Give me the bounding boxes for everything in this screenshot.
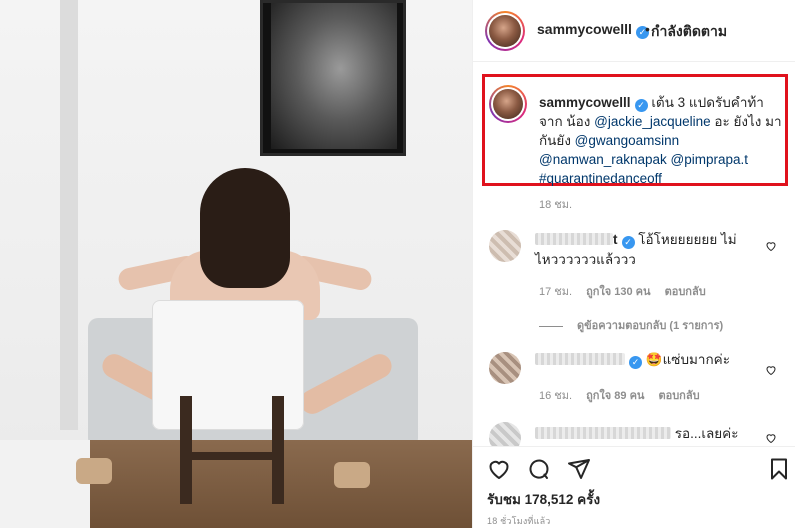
comment-reply-button[interactable]: ตอบกลับ [658,390,699,402]
comment-body: ✓ 🤩แซ่บมากค่ะ [535,350,757,370]
comment-item: รอ...เลยค่ะ [473,420,795,446]
video-wall-portrait [260,0,406,156]
comment-icon[interactable] [527,457,551,481]
post-action-bar [473,446,795,490]
comment-like-heart-icon[interactable] [765,364,777,376]
comment-reply-button[interactable]: ตอบกลับ [665,286,706,298]
dancer-hair [200,168,290,288]
comment-time[interactable]: 16 ชม. [539,390,572,402]
video-door-edge [60,0,78,430]
view-count[interactable]: รับชม 178,512 ครั้ง [487,488,600,510]
comment-likes[interactable]: ถูกใจ 89 คน [586,390,644,402]
post-timestamp[interactable]: 18 ชั่วโมงที่แล้ว [487,514,551,528]
post-video[interactable] [0,0,472,528]
author-username[interactable]: sammycowelll ✓ [537,21,649,39]
dancer-right-shoe [334,462,370,488]
post-caption: sammycowelll ✓ เต้น 3 แปดรับคำท้า จาก น้อ… [539,93,783,188]
commenter-name-suffix[interactable]: t [613,232,618,247]
following-button[interactable]: กำลังติดตาม [651,21,727,43]
commenter-avatar[interactable] [489,230,521,262]
view-replies-label[interactable]: ดูข้อความตอบกลับ (1 รายการ) [577,320,723,332]
caption-username[interactable]: sammycowelll [539,95,631,110]
author-avatar[interactable] [485,11,525,51]
verified-badge-icon: ✓ [629,356,642,369]
portrait-photo [271,3,397,149]
header-separator: • [645,21,650,37]
chair-leg [180,396,192,504]
commenter-name-pixelated[interactable] [535,427,671,439]
verified-badge-icon: ✓ [621,236,635,249]
bookmark-icon[interactable] [767,457,791,481]
comment-time[interactable]: 17 ชม. [539,286,572,298]
view-replies-button[interactable]: ดูข้อความตอบกลับ (1 รายการ) [539,316,723,334]
share-icon[interactable] [567,457,591,481]
heart-icon[interactable] [487,457,511,481]
verified-badge-icon: ✓ [634,99,648,112]
dancer-left-shoe [76,458,112,484]
caption-mention-jackie[interactable]: @jackie_jacqueline [594,114,711,129]
video-rug [0,440,90,528]
comment-like-heart-icon[interactable] [765,240,777,252]
comment-like-heart-icon[interactable] [765,432,777,444]
chair-leg [272,396,284,504]
comment-emoji: 🤩 [645,352,663,367]
commenter-name-pixelated[interactable] [535,353,625,365]
post-header: sammycowelll ✓ • กำลังติดตาม [473,0,795,62]
caption-author-avatar[interactable] [489,85,527,123]
caption-mention-namwan[interactable]: @namwan_raknapak [539,152,667,167]
caption-hashtag[interactable]: #quarantinedanceoff [539,171,662,186]
chair-crossbar [180,452,284,460]
caption-timestamp: 18 ชม. [539,199,573,211]
caption-mention-gwangoamsinn[interactable]: @gwangoamsinn [575,133,680,148]
caption-mention-pimprapa[interactable]: @pimprapa.t [671,152,749,167]
commenter-avatar[interactable] [489,352,521,384]
comment-meta: 16 ชม. ถูกใจ 89 คน ตอบกลับ [539,386,714,404]
author-username-text[interactable]: sammycowelll [537,21,632,37]
comment-text: รอ...เลยค่ะ [674,426,739,441]
replies-line [539,325,563,327]
post-details-panel: sammycowelll ✓ • กำลังติดตาม sammycowelll… [472,0,795,528]
commenter-avatar[interactable] [489,422,521,446]
author-avatar-image [489,15,521,47]
commenter-name-pixelated[interactable] [535,233,613,245]
comment-body: รอ...เลยค่ะ [535,424,757,444]
comment-likes[interactable]: ถูกใจ 130 คน [586,286,650,298]
caption-author-avatar-image [493,89,523,119]
caption-highlight-box: sammycowelll ✓ เต้น 3 แปดรับคำท้า จาก น้อ… [482,74,788,186]
comment-text: แซ่บมากค่ะ [662,352,730,367]
comment-meta: 17 ชม. ถูกใจ 130 คน ตอบกลับ [539,282,720,300]
comment-body: t ✓ โอ้โหยยยยยย ไม่ไหววววววแล้ววว [535,230,757,270]
